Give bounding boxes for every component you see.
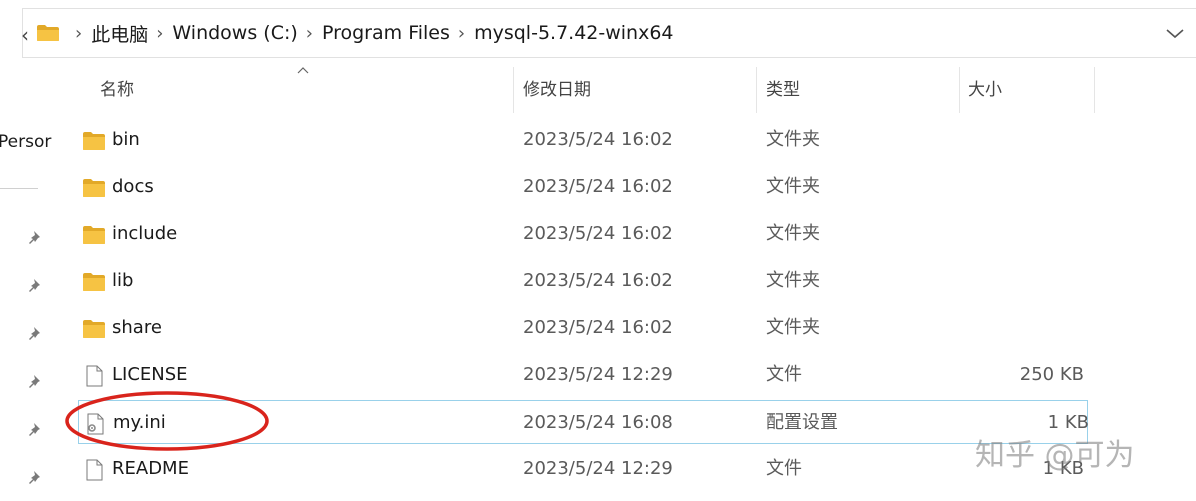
column-divider[interactable]	[756, 67, 757, 113]
folder-icon	[37, 25, 59, 41]
column-header-date[interactable]: 修改日期	[523, 63, 591, 117]
file-name: docs	[112, 176, 154, 197]
folder-icon	[83, 273, 105, 291]
column-divider[interactable]	[1094, 67, 1095, 113]
pin-icon[interactable]	[27, 277, 45, 295]
pin-icon[interactable]	[27, 469, 45, 487]
chevron-right-icon[interactable]: ›	[458, 23, 465, 44]
file-icon	[86, 365, 103, 387]
file-row-include[interactable]: include 2023/5/24 16:02 文件夹	[56, 212, 1096, 256]
watermark: 知乎 @可为	[975, 438, 1135, 473]
column-header: 名称 修改日期 类型 大小	[56, 63, 1096, 117]
breadcrumb-item-mysql[interactable]: mysql-5.7.42-winx64	[474, 22, 673, 44]
file-type: 文件夹	[766, 223, 820, 244]
sort-ascending-icon[interactable]	[297, 66, 309, 74]
file-date: 2023/5/24 12:29	[523, 458, 673, 479]
file-name: share	[112, 317, 162, 338]
file-name: include	[112, 223, 178, 244]
file-date: 2023/5/24 16:08	[523, 412, 673, 433]
chevron-right-icon[interactable]: ›	[306, 23, 313, 44]
file-name: bin	[112, 129, 140, 150]
column-header-type[interactable]: 类型	[766, 63, 800, 117]
file-date: 2023/5/24 16:02	[523, 270, 673, 291]
breadcrumb-item-program-files[interactable]: Program Files	[322, 22, 450, 44]
file-type: 配置设置	[766, 412, 838, 433]
chevron-right-icon[interactable]: ›	[75, 23, 82, 44]
file-icon	[86, 459, 103, 481]
folder-icon	[83, 132, 105, 150]
file-type: 文件夹	[766, 176, 820, 197]
pin-icon[interactable]	[27, 229, 45, 247]
file-row-bin[interactable]: bin 2023/5/24 16:02 文件夹	[56, 118, 1096, 162]
back-chevron-icon[interactable]: ‹	[21, 23, 29, 47]
folder-icon	[83, 320, 105, 338]
breadcrumb-item-drive-c[interactable]: Windows (C:)	[172, 22, 297, 44]
file-row-docs[interactable]: docs 2023/5/24 16:02 文件夹	[56, 165, 1096, 209]
file-size: 250 KB	[1019, 364, 1084, 385]
folder-icon	[83, 226, 105, 244]
file-row-lib[interactable]: lib 2023/5/24 16:02 文件夹	[56, 259, 1096, 303]
address-bar[interactable]: ‹ › 此电脑 › Windows (C:) › Program Files ›…	[21, 8, 1196, 58]
file-type: 文件	[766, 458, 802, 479]
navigation-pane: Persor	[0, 58, 52, 501]
file-date: 2023/5/24 16:02	[523, 223, 673, 244]
pin-icon[interactable]	[27, 373, 45, 391]
chevron-down-icon[interactable]	[1164, 22, 1186, 44]
file-name: README	[112, 458, 189, 479]
pin-icon[interactable]	[27, 325, 45, 343]
folder-icon	[83, 179, 105, 197]
column-divider[interactable]	[959, 67, 960, 113]
file-type: 文件夹	[766, 270, 820, 291]
nav-divider	[0, 188, 38, 189]
breadcrumb: › 此电脑 › Windows (C:) › Program Files › m…	[67, 9, 674, 57]
file-row-readme[interactable]: README 2023/5/24 12:29 文件 1 KB	[56, 447, 1096, 491]
file-date: 2023/5/24 16:02	[523, 176, 673, 197]
breadcrumb-item-this-pc[interactable]: 此电脑	[91, 20, 148, 47]
file-date: 2023/5/24 16:02	[523, 317, 673, 338]
column-divider[interactable]	[513, 67, 514, 113]
chevron-right-icon[interactable]: ›	[156, 23, 163, 44]
file-type: 文件夹	[766, 317, 820, 338]
column-header-size[interactable]: 大小	[968, 63, 1002, 117]
nav-item-personal[interactable]: Persor	[0, 132, 51, 152]
file-name: lib	[112, 270, 134, 291]
column-header-name[interactable]: 名称	[100, 63, 134, 117]
pin-icon[interactable]	[27, 421, 45, 439]
file-date: 2023/5/24 16:02	[523, 129, 673, 150]
file-type: 文件	[766, 364, 802, 385]
annotation-ellipse	[65, 391, 269, 451]
file-type: 文件夹	[766, 129, 820, 150]
file-date: 2023/5/24 12:29	[523, 364, 673, 385]
file-row-share[interactable]: share 2023/5/24 16:02 文件夹	[56, 306, 1096, 350]
